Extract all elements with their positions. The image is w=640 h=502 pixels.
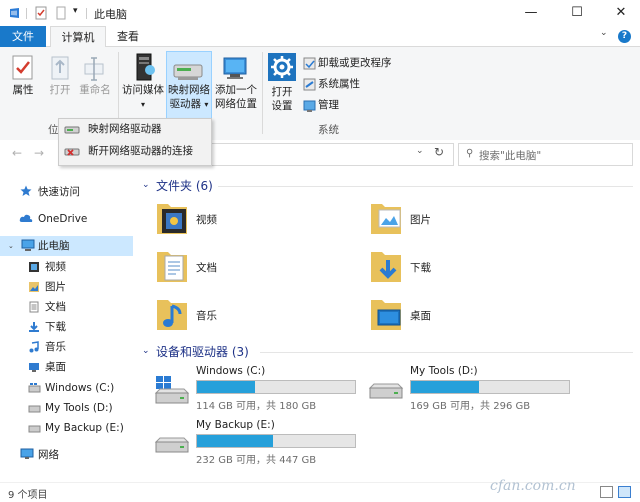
- folder-music-label: 音乐: [196, 310, 217, 322]
- drive-e-usage-bar: [196, 434, 356, 448]
- drive-e-usage-fill: [197, 435, 273, 447]
- access-media-icon: [129, 52, 159, 82]
- ribbon-separator-2: [262, 52, 263, 134]
- manage-icon: [303, 99, 316, 112]
- open-settings-button[interactable]: 打开 设置: [264, 85, 300, 113]
- drive-c-usage-bar: [196, 380, 356, 394]
- nav-music[interactable]: 音乐: [0, 337, 133, 357]
- folders-collapse-icon[interactable]: ⌄: [142, 180, 150, 190]
- drive-e-info: 232 GB 可用，共 447 GB: [196, 455, 317, 466]
- nav-desktop[interactable]: 桌面: [0, 357, 133, 377]
- nav-drive-e[interactable]: My Backup (E:): [0, 418, 133, 438]
- folders-section-rule: [218, 186, 633, 187]
- access-media-button[interactable]: 访问媒体 ▾: [121, 83, 165, 112]
- nav-drive-d[interactable]: My Tools (D:): [0, 398, 133, 418]
- folder-pictures-icon[interactable]: [370, 200, 404, 236]
- map-drive-icon: [172, 57, 204, 83]
- drives-section-rule: [260, 352, 633, 353]
- search-icon: ⚲: [466, 148, 474, 159]
- refresh-icon[interactable]: ↻: [434, 145, 444, 159]
- search-placeholder: 搜索"此电脑": [479, 150, 542, 162]
- drive-d-usage-fill: [411, 381, 479, 393]
- manage-button[interactable]: 管理: [318, 96, 339, 114]
- qa-customize-icon[interactable]: ▾: [73, 6, 78, 16]
- nav-videos[interactable]: 视频: [0, 257, 133, 277]
- folder-music-icon[interactable]: [156, 296, 190, 332]
- drive-e-name: My Backup (E:): [196, 419, 275, 431]
- open-button[interactable]: 打开: [44, 83, 76, 97]
- tab-computer[interactable]: 计算机: [50, 26, 106, 48]
- properties-button[interactable]: 属性: [6, 83, 40, 97]
- nav-onedrive[interactable]: OneDrive: [0, 209, 133, 229]
- rename-button[interactable]: 重命名: [76, 83, 114, 97]
- explorer-icon[interactable]: [8, 6, 22, 20]
- drive-c-icon[interactable]: [152, 375, 192, 407]
- new-folder-quick-icon[interactable]: [54, 6, 68, 20]
- close-button[interactable]: ✕: [598, 0, 640, 26]
- tab-view[interactable]: 查看: [108, 26, 148, 47]
- details-view-icon[interactable]: [600, 486, 613, 498]
- window-title: 此电脑: [94, 8, 127, 21]
- minimize-button[interactable]: —: [508, 0, 554, 26]
- drives-collapse-icon[interactable]: ⌄: [142, 346, 150, 356]
- system-properties-icon: [303, 78, 316, 91]
- menu-map-network-drive[interactable]: 映射网络驱动器: [58, 118, 210, 140]
- nav-quick-access[interactable]: 快速访问: [0, 182, 133, 202]
- nav-documents[interactable]: 文档: [0, 297, 133, 317]
- nav-pictures[interactable]: 图片: [0, 277, 133, 297]
- add-network-location-button[interactable]: 添加一个 网络位置: [212, 83, 260, 111]
- folder-desktop-icon[interactable]: [370, 296, 404, 332]
- map-drive-button[interactable]: 映射网络 驱动器 ▾: [166, 83, 212, 112]
- folder-pictures-label: 图片: [410, 214, 431, 226]
- qa-divider-2: [86, 8, 87, 19]
- open-icon: [48, 55, 72, 81]
- nav-this-pc[interactable]: 此电脑: [0, 236, 133, 256]
- uninstall-icon: [303, 57, 316, 70]
- add-network-location-icon: [220, 55, 250, 81]
- group-label-system: 系统: [318, 124, 339, 136]
- drive-d-info: 169 GB 可用，共 296 GB: [410, 401, 531, 412]
- rename-icon: [82, 55, 106, 81]
- group-label-location: 位: [48, 124, 59, 136]
- status-item-count: 9 个项目: [8, 490, 48, 501]
- drive-c-usage-fill: [197, 381, 255, 393]
- nav-network[interactable]: 网络: [0, 445, 133, 465]
- system-properties-button[interactable]: 系统属性: [318, 75, 360, 93]
- forward-arrow-icon[interactable]: →: [34, 146, 44, 160]
- tab-file[interactable]: 文件: [0, 26, 46, 47]
- drive-c-info: 114 GB 可用，共 180 GB: [196, 401, 317, 412]
- folder-documents-icon[interactable]: [156, 248, 190, 284]
- folder-videos-icon[interactable]: [156, 200, 190, 236]
- folder-downloads-label: 下载: [410, 262, 431, 274]
- menu-disconnect-network-drive[interactable]: 断开网络驱动器的连接: [58, 140, 210, 162]
- ribbon-collapse-icon[interactable]: ⌄: [600, 28, 608, 38]
- drive-c-name: Windows (C:): [196, 365, 266, 377]
- large-icons-view-icon[interactable]: [618, 486, 631, 498]
- properties-icon: [11, 55, 35, 81]
- folder-desktop-label: 桌面: [410, 310, 431, 322]
- drive-d-icon[interactable]: [366, 378, 406, 406]
- nav-downloads[interactable]: 下载: [0, 317, 133, 337]
- folders-section-title: 文件夹 (6): [156, 179, 213, 193]
- folder-videos-label: 视频: [196, 214, 217, 226]
- back-arrow-icon[interactable]: ←: [12, 146, 22, 160]
- nav-drive-c[interactable]: Windows (C:): [0, 378, 133, 398]
- help-icon[interactable]: ?: [618, 30, 631, 43]
- folder-documents-label: 文档: [196, 262, 217, 274]
- folder-downloads-icon[interactable]: [370, 248, 404, 284]
- drive-d-usage-bar: [410, 380, 570, 394]
- drive-e-icon[interactable]: [152, 432, 192, 460]
- drives-section-title: 设备和驱动器 (3): [156, 345, 249, 359]
- maximize-button[interactable]: ☐: [554, 0, 600, 26]
- settings-gear-icon: [268, 53, 296, 81]
- address-dropdown-icon[interactable]: ⌄: [416, 146, 424, 156]
- uninstall-button[interactable]: 卸载或更改程序: [318, 54, 392, 72]
- qa-divider: [26, 8, 27, 19]
- watermark: cfan.com.cn: [490, 478, 576, 494]
- properties-quick-icon[interactable]: [34, 6, 48, 20]
- drive-d-name: My Tools (D:): [410, 365, 478, 377]
